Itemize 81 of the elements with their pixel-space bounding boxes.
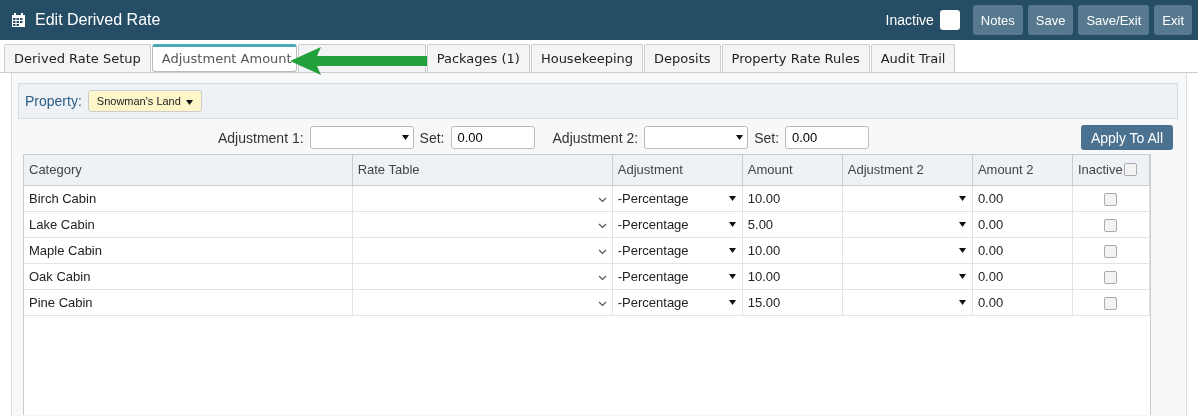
- adjustment-dropdown[interactable]: -Percentage: [612, 185, 743, 211]
- tab[interactable]: Audit Trail: [870, 44, 956, 72]
- property-dropdown[interactable]: Snowman's Land: [87, 90, 202, 112]
- amount-field[interactable]: 10.00: [742, 263, 843, 289]
- chevron-icon: [597, 222, 607, 229]
- window-title: Edit Derived Rate: [35, 11, 161, 29]
- chevron-icon: [597, 248, 607, 255]
- header-button[interactable]: Notes: [972, 5, 1023, 35]
- amount-field[interactable]: 15.00: [742, 289, 843, 315]
- tab[interactable]: Property Rate Rules: [721, 44, 870, 72]
- adjustment-dropdown[interactable]: [842, 185, 973, 211]
- table-cell: Oak Cabin: [24, 263, 353, 289]
- adjustment-dropdown[interactable]: [842, 211, 973, 237]
- caret-icon: [736, 135, 744, 140]
- amount-field[interactable]: 0.00: [972, 185, 1073, 211]
- adjustment-label: Adjustment 1:: [218, 129, 304, 146]
- adjustment-dropdown[interactable]: -Percentage: [612, 289, 743, 315]
- tab[interactable]: Adjustment Amount: [151, 44, 297, 72]
- amount-field[interactable]: 5.00: [742, 211, 843, 237]
- table-cell: Maple Cabin: [24, 237, 353, 263]
- column-header: Category: [24, 155, 353, 185]
- column-header: Inactive: [1072, 155, 1150, 185]
- amount-field[interactable]: 10.00: [742, 237, 843, 263]
- adjustment-dropdown[interactable]: [644, 126, 749, 149]
- caret-icon: [958, 221, 966, 227]
- rate-table-dropdown[interactable]: [352, 263, 613, 289]
- table-cell: Pine Cabin: [24, 289, 353, 315]
- table-cell: Lake Cabin: [24, 211, 353, 237]
- chevron-icon: [597, 274, 607, 281]
- amount-field[interactable]: 0.00: [972, 263, 1073, 289]
- header-button[interactable]: Save: [1027, 5, 1074, 35]
- adjustment-dropdown[interactable]: [309, 126, 414, 149]
- caret-icon: [728, 299, 736, 305]
- set-label: Set:: [754, 129, 780, 146]
- inactive-label: Inactive: [885, 12, 934, 28]
- caret-icon: [958, 273, 966, 279]
- caret-icon: [958, 299, 966, 305]
- caret-icon: [728, 221, 736, 227]
- caret-icon: [728, 273, 736, 279]
- table-cell: Birch Cabin: [24, 185, 353, 211]
- select-all-checkbox[interactable]: [1124, 163, 1137, 176]
- chevron-icon: [597, 196, 607, 203]
- column-header: Adjustment 2: [842, 155, 973, 185]
- set-label: Set:: [419, 129, 445, 146]
- header-button[interactable]: Exit: [1154, 5, 1192, 35]
- tab[interactable]: Derived Rate Setup: [4, 44, 151, 72]
- adjustment-label: Adjustment 2:: [552, 129, 639, 146]
- caret-icon: [958, 247, 966, 253]
- caret-icon: [185, 99, 193, 105]
- calendar-icon: [12, 13, 25, 27]
- column-header: Amount 2: [972, 155, 1073, 185]
- adjustment-dropdown[interactable]: [842, 263, 973, 289]
- caret-icon: [728, 247, 736, 253]
- tab[interactable]: Deposits: [644, 44, 721, 72]
- rate-table-dropdown[interactable]: [352, 237, 613, 263]
- adjustment-dropdown[interactable]: [842, 237, 973, 263]
- rate-table-dropdown[interactable]: [352, 211, 613, 237]
- caret-icon: [728, 195, 736, 201]
- column-header: Rate Table: [352, 155, 613, 185]
- column-header: Adjustment: [612, 155, 743, 185]
- tab[interactable]: Housekeeping: [530, 44, 644, 72]
- amount-field[interactable]: 0.00: [972, 211, 1073, 237]
- amount-field[interactable]: 0.00: [972, 237, 1073, 263]
- caret-icon: [958, 195, 966, 201]
- column-header: Amount: [742, 155, 843, 185]
- adjustment-dropdown[interactable]: -Percentage: [612, 263, 743, 289]
- chevron-icon: [597, 300, 607, 307]
- amount-field[interactable]: 0.00: [972, 289, 1073, 315]
- rate-table-dropdown[interactable]: [352, 185, 613, 211]
- property-label: Property:: [25, 93, 82, 109]
- set-field[interactable]: 0.00: [450, 126, 535, 149]
- adjustment-dropdown[interactable]: [842, 289, 973, 315]
- rate-table-dropdown[interactable]: [352, 289, 613, 315]
- tab[interactable]: Packages (1): [426, 44, 530, 72]
- adjustment-dropdown[interactable]: -Percentage: [612, 237, 743, 263]
- set-field[interactable]: 0.00: [785, 126, 870, 149]
- caret-icon: [401, 135, 409, 140]
- header-button[interactable]: Save/Exit: [1078, 5, 1150, 35]
- adjustment-dropdown[interactable]: -Percentage: [612, 211, 743, 237]
- amount-field[interactable]: 10.00: [742, 185, 843, 211]
- apply-button[interactable]: Apply To All: [1080, 125, 1173, 150]
